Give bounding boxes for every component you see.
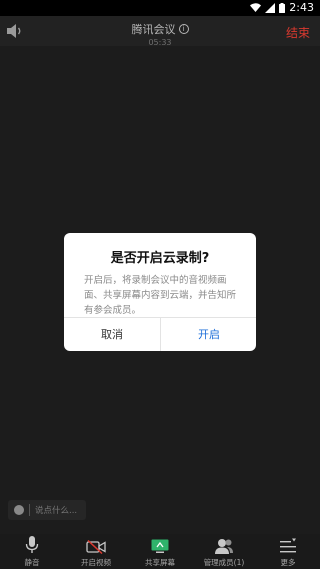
meeting-screen: 2:43 腾讯会议 i 05:33 结束 是否开启云录制? 开启后，将录制会议中…	[0, 0, 320, 569]
start-video-button[interactable]: 开启视频	[64, 534, 128, 569]
members-icon	[215, 539, 233, 554]
video-off-icon	[86, 540, 106, 554]
cancel-button[interactable]: 取消	[64, 318, 160, 351]
meeting-title-block[interactable]: 腾讯会议 i 05:33	[0, 18, 320, 47]
more-icon	[280, 538, 296, 553]
cloud-recording-dialog: 是否开启云录制? 开启后，将录制会议中的音视频画面、共享屏幕内容到云端，并告知所…	[64, 233, 256, 351]
chat-input[interactable]: 说点什么...	[8, 500, 86, 520]
meeting-title-text: 腾讯会议	[131, 23, 176, 36]
wifi-icon	[250, 3, 262, 12]
enable-recording-button[interactable]: 开启	[161, 318, 256, 351]
meeting-title[interactable]: 腾讯会议 i	[132, 21, 189, 37]
start-video-label: 开启视频	[81, 558, 111, 567]
chat-input-divider	[29, 504, 30, 516]
mic-icon	[25, 536, 39, 553]
manage-members-label: 管理成员(1)	[203, 558, 245, 567]
info-icon[interactable]: i	[178, 24, 189, 34]
status-bar: 2:43	[0, 0, 320, 16]
battery-icon	[279, 2, 286, 13]
share-screen-label: 共享屏幕	[145, 558, 175, 567]
dialog-message: 开启后，将录制会议中的音视频画面、共享屏幕内容到云端，并告知所有参会成员。	[84, 275, 237, 316]
share-screen-icon	[151, 539, 169, 553]
emoji-icon[interactable]	[14, 505, 24, 515]
meeting-toolbar: 静音 开启视频 共享屏幕 管理成员(1) 更多	[0, 534, 320, 569]
mute-button[interactable]: 静音	[0, 534, 64, 569]
end-meeting-button[interactable]: 结束	[286, 24, 310, 41]
status-time: 2:43	[289, 1, 314, 14]
share-screen-button[interactable]: 共享屏幕	[128, 534, 192, 569]
dialog-title: 是否开启云录制?	[110, 251, 210, 266]
signal-icon	[265, 2, 276, 13]
manage-members-button[interactable]: 管理成员(1)	[192, 534, 256, 569]
mute-label: 静音	[24, 558, 40, 567]
more-label: 更多	[280, 558, 296, 567]
chat-placeholder: 说点什么...	[35, 506, 78, 516]
meeting-top-bar: 腾讯会议 i 05:33 结束	[0, 16, 320, 47]
more-button[interactable]: 更多	[256, 534, 320, 569]
